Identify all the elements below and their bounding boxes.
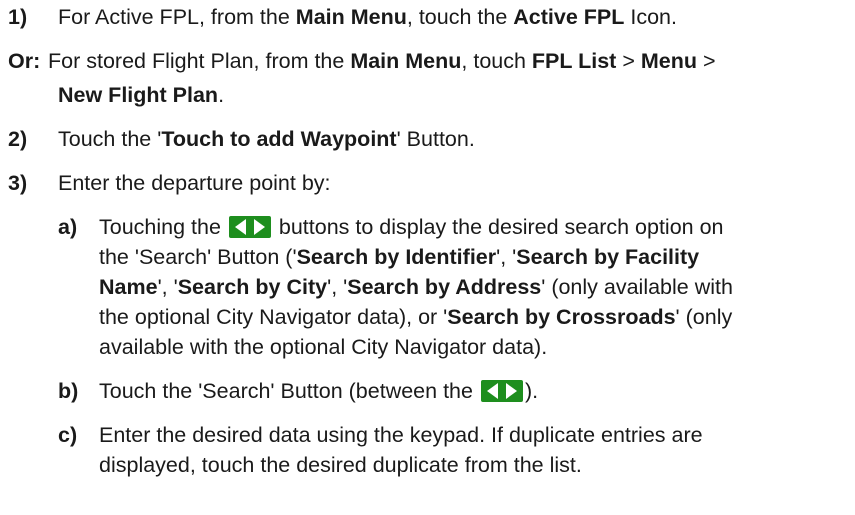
step-number: Or: [8,49,41,73]
instruction-document: 1) For Active FPL, from the Main Menu, t… [0,0,855,515]
step-text: New Flight Plan. [58,83,225,107]
substep-text: Enter the desired data using the keypad.… [99,423,703,447]
substep-text: the optional City Navigator data), or 'S… [99,305,733,329]
step-number: 1) [8,5,28,29]
substep-text: Name', 'Search by City', 'Search by Addr… [99,275,733,299]
step-text: Enter the departure point by: [58,171,331,195]
step-text: Touch the 'Touch to add Waypoint' Button… [58,127,475,151]
left-right-arrows-icon [228,216,271,238]
step-number: 2) [8,127,28,151]
substep-text: Touching the buttons to display the desi… [99,215,724,239]
substep-text: Touch the 'Search' Button (between the )… [99,379,539,403]
substep-number: a) [58,215,78,239]
left-right-arrows-icon [480,380,523,402]
substep-text: available with the optional City Navigat… [99,335,548,359]
substep-number: b) [58,379,79,403]
step-number: 3) [8,171,28,195]
step-text: For Active FPL, from the Main Menu, touc… [58,5,677,29]
step-text: For stored Flight Plan, from the Main Me… [48,49,716,73]
substep-text: displayed, touch the desired duplicate f… [99,453,582,477]
substep-number: c) [58,423,78,447]
substep-text: the 'Search' Button ('Search by Identifi… [99,245,700,269]
